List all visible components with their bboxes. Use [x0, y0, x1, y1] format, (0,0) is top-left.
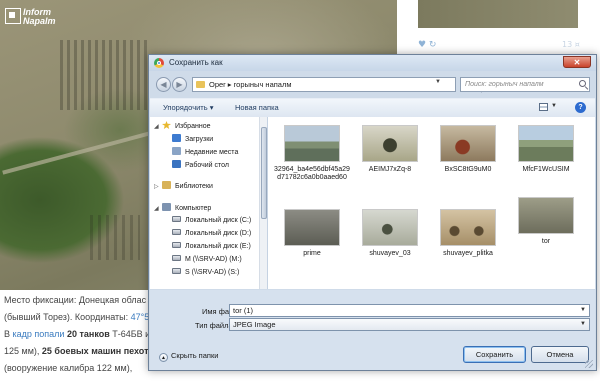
nav-drive-c[interactable]: Локальный диск (C:): [172, 216, 251, 228]
chevron-down-icon[interactable]: ▼: [580, 319, 586, 330]
logo-mark-icon: [5, 8, 21, 24]
navigation-pane: ◢ Избранное Загрузки Недавние места Рабоч…: [150, 117, 268, 289]
file-name: MfcF1WcUSIM: [522, 166, 570, 173]
vehicle-cluster: [60, 40, 150, 110]
file-thumbnail: [518, 125, 574, 162]
dialog-title: Сохранить как: [169, 58, 223, 67]
address-path: Oper ▸ горыныч напалм: [209, 80, 292, 89]
nav-drive-e[interactable]: Локальный диск (E:): [172, 242, 251, 254]
file-name: 32964_ba4e56dbf45a29d71782c6a0b0aaed60: [274, 166, 350, 181]
file-name: shuvayev_plitka: [443, 250, 493, 257]
address-bar[interactable]: Oper ▸ горыныч напалм ▼ ↻: [192, 77, 492, 93]
filetype-select[interactable]: JPEG Image ▼: [229, 318, 590, 331]
hide-folders-button[interactable]: ▲ Скрыть папки: [159, 351, 218, 362]
filetype-value: JPEG Image: [233, 320, 276, 329]
file-name: prime: [303, 250, 321, 257]
view-options-icon[interactable]: [539, 103, 548, 111]
nav-scrollbar[interactable]: [259, 117, 267, 289]
file-list: 32964_ba4e56dbf45a29d71782c6a0b0aaed60 A…: [268, 117, 595, 289]
network-drive-icon: [172, 255, 181, 261]
libraries-icon: [162, 181, 171, 189]
sidebar-thumbnail[interactable]: [418, 0, 578, 28]
drive-icon: [172, 229, 181, 235]
file-thumbnail: [362, 209, 418, 246]
folder-icon: [196, 81, 205, 88]
file-thumbnail: [518, 197, 574, 234]
nav-drive-d[interactable]: Локальный диск (D:): [172, 229, 251, 241]
drive-icon: [172, 216, 181, 222]
chevron-down-icon[interactable]: ▼: [435, 79, 441, 85]
recent-places-icon: [172, 147, 181, 155]
file-name: tor: [541, 238, 551, 245]
file-thumbnail: [440, 125, 496, 162]
share-icons[interactable]: ♥ ↻: [418, 40, 436, 50]
search-icon: [579, 80, 586, 87]
file-thumbnail: [284, 209, 340, 246]
file-item[interactable]: 32964_ba4e56dbf45a29d71782c6a0b0aaed60: [274, 125, 350, 182]
computer-icon: [162, 203, 171, 211]
informnapalm-logo: Inform Napalm: [5, 8, 56, 26]
file-thumbnail: [362, 125, 418, 162]
filename-input[interactable]: tor (1) ▼: [229, 304, 590, 317]
cancel-button[interactable]: Отмена: [531, 346, 589, 363]
file-item[interactable]: prime: [274, 209, 350, 258]
chevron-up-icon: ▲: [159, 353, 168, 362]
file-item[interactable]: shuvayev_plitka: [430, 209, 506, 258]
nav-favorites[interactable]: ◢ Избранное: [154, 121, 210, 133]
back-button[interactable]: ◀: [156, 77, 171, 92]
vehicle-cluster: [90, 215, 140, 260]
file-item[interactable]: AEIMJ7xZq-8: [352, 125, 428, 174]
search-input[interactable]: Поиск: горыныч напалм: [460, 77, 590, 92]
desktop-icon: [172, 160, 181, 168]
share-count: 13 ¤: [562, 40, 580, 49]
star-icon: [162, 121, 171, 129]
help-icon[interactable]: ?: [575, 102, 586, 113]
nav-libraries[interactable]: ▷ Библиотеки: [154, 181, 213, 193]
file-item[interactable]: BxSC8tG9uM0: [430, 125, 506, 174]
resize-grip[interactable]: [585, 360, 593, 368]
drive-icon: [172, 242, 181, 248]
save-as-dialog: Сохранить как ✕ ◀ ▶ Oper ▸ горыныч напал…: [148, 54, 597, 371]
new-folder-button[interactable]: Новая папка: [235, 103, 279, 112]
nav-drive-m[interactable]: M (\\SRV-AD) (M:): [172, 255, 242, 267]
forward-button[interactable]: ▶: [172, 77, 187, 92]
chevron-down-icon[interactable]: ▼: [551, 103, 557, 109]
downloads-icon: [172, 134, 181, 142]
chrome-icon: [154, 58, 164, 68]
navigation-row: ◀ ▶ Oper ▸ горыныч напалм ▼ ↻ Поиск: гор…: [154, 75, 591, 97]
file-item[interactable]: tor: [508, 197, 584, 246]
logo-text-line2: Napalm: [23, 16, 56, 26]
organize-button[interactable]: Упорядочить ▾: [163, 103, 213, 112]
file-name: BxSC8tG9uM0: [444, 166, 492, 173]
file-name: shuvayev_03: [369, 250, 411, 257]
frame-link[interactable]: кадр попали: [13, 329, 65, 339]
save-button[interactable]: Сохранить: [463, 346, 526, 363]
satellite-road: [2, 129, 158, 175]
scrollbar-thumb[interactable]: [261, 127, 267, 219]
file-thumbnail: [284, 125, 340, 162]
close-button[interactable]: ✕: [563, 56, 591, 68]
nav-drive-s[interactable]: S (\\SRV-AD) (S:): [172, 268, 239, 280]
file-thumbnail: [440, 209, 496, 246]
network-drive-icon: [172, 268, 181, 274]
nav-downloads[interactable]: Загрузки: [172, 134, 213, 146]
filename-value: tor (1): [233, 306, 254, 315]
file-item[interactable]: shuvayev_03: [352, 209, 428, 258]
nav-desktop[interactable]: Рабочий стол: [172, 160, 229, 172]
chevron-down-icon[interactable]: ▼: [580, 305, 586, 316]
file-item[interactable]: MfcF1WcUSIM: [508, 125, 584, 174]
save-options-panel: Имя файла: tor (1) ▼ Тип файла: JPEG Imag…: [150, 290, 595, 370]
file-name: AEIMJ7xZq-8: [368, 166, 412, 173]
nav-computer[interactable]: ◢ Компьютер: [154, 203, 211, 215]
nav-recent-places[interactable]: Недавние места: [172, 147, 238, 159]
command-toolbar: Упорядочить ▾ Новая папка ▼ ?: [150, 98, 595, 118]
search-placeholder: Поиск: горыныч напалм: [465, 81, 544, 88]
dialog-titlebar[interactable]: Сохранить как ✕: [149, 55, 596, 71]
